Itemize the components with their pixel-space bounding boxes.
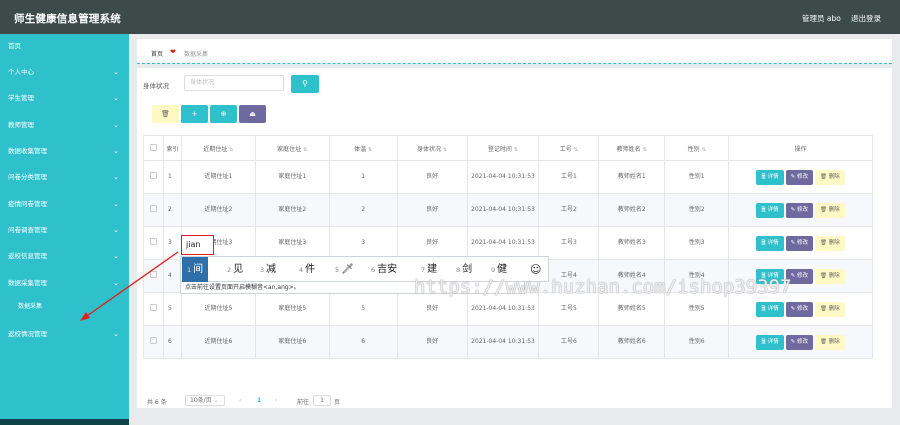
ime-candidate-text: 吉安 (377, 264, 398, 275)
annotation-arrow (80, 251, 179, 321)
ime-candidate-text: 见 (233, 264, 244, 275)
ime-candidate-text: 健 (497, 264, 508, 275)
ime-candidate-text: 🗡 (341, 264, 354, 275)
ime-candidate-number: 5 (335, 266, 340, 274)
ime-candidate-number: 7 (421, 266, 426, 274)
ime-candidate-text: 减 (266, 264, 277, 275)
ime-candidate-number: 6 (371, 266, 376, 274)
ime-candidate-text: 间 (193, 264, 204, 275)
ime-candidate[interactable]: 6 吉安 (371, 257, 397, 283)
ime-candidate[interactable]: 4件 (299, 257, 315, 283)
ime-candidate[interactable]: 2见 (227, 257, 243, 283)
ime-composition: jian (181, 235, 214, 255)
ime-candidate-text: 剑 (462, 264, 473, 275)
ime-candidate-number: 2 (227, 266, 232, 274)
ime-candidate-number: 3 (260, 266, 265, 274)
ime-candidate[interactable]: 1间 (182, 257, 209, 283)
ime-candidate-number: 9 (491, 266, 496, 274)
ime-candidate[interactable]: 5 🗡 (335, 257, 354, 283)
ime-candidate-text: 建 (427, 264, 438, 275)
ime-candidate-text: 件 (305, 264, 316, 275)
ime-candidate-number: 8 (456, 266, 461, 274)
ime-candidate[interactable]: 3减 (260, 257, 276, 283)
ime-candidate-number: 1 (187, 266, 192, 274)
ime-candidate-number: 4 (299, 266, 304, 274)
watermark: https://www.huzhan.com/ishop39397 (414, 276, 792, 298)
